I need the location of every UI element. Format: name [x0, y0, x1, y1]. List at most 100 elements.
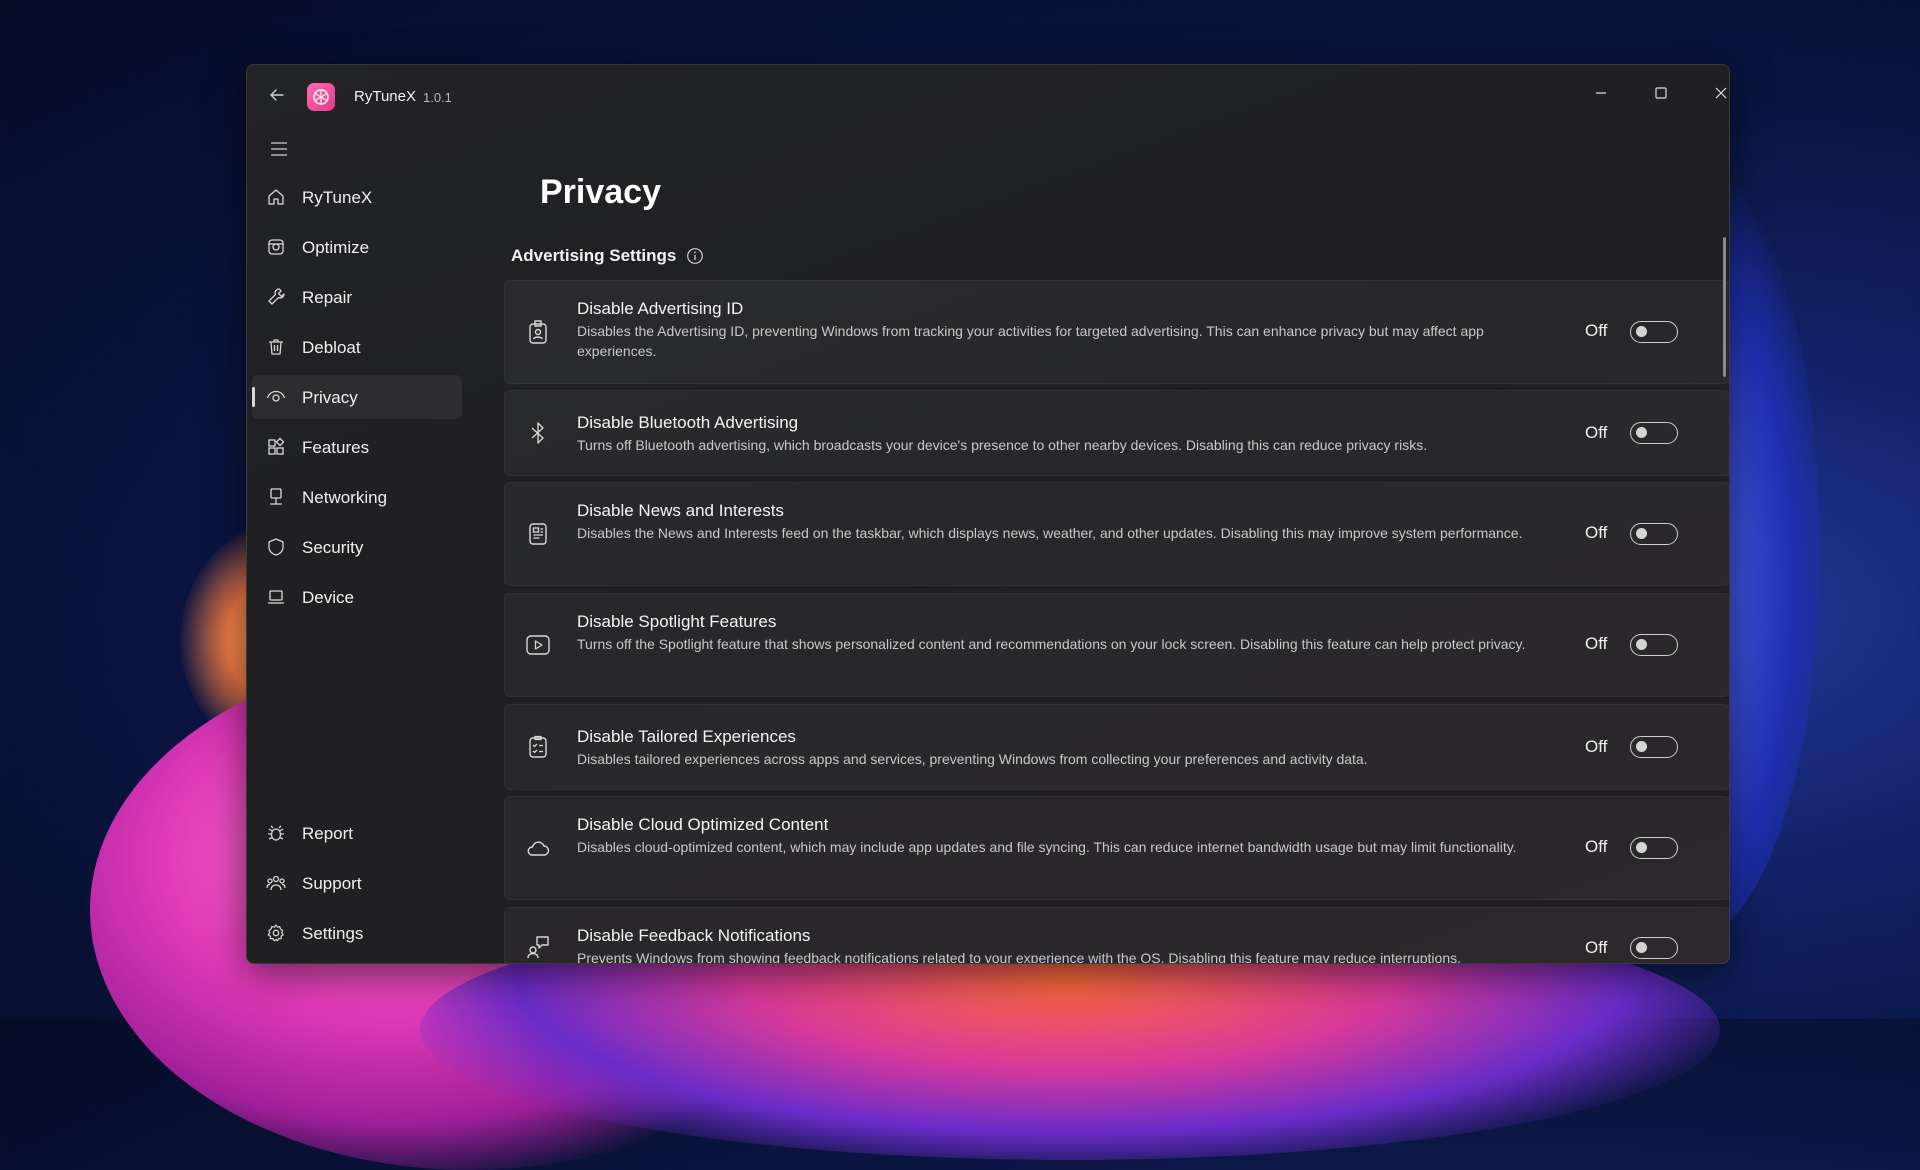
sidebar-item-label: Report [302, 824, 354, 843]
selection-indicator [252, 387, 255, 407]
toggle-state-label: Off [1585, 321, 1608, 340]
sidebar-item-debloat[interactable]: Debloat [252, 325, 462, 369]
toggle-state-label: Off [1585, 837, 1608, 856]
bluetooth-advertising-toggle[interactable] [1630, 422, 1678, 444]
toggle-state-label: Off [1585, 737, 1608, 756]
sidebar-item-label: Settings [302, 924, 364, 943]
cloud-icon [527, 841, 550, 856]
menu-toggle-button[interactable] [261, 131, 297, 167]
cloud-optimized-toggle[interactable] [1630, 837, 1678, 859]
maximize-button[interactable] [1637, 75, 1685, 111]
toggle-knob [1636, 528, 1647, 539]
minimize-button[interactable] [1577, 75, 1625, 111]
setting-description: Turns off Bluetooth advertising, which b… [577, 437, 1428, 453]
arrow-left-icon [270, 89, 284, 101]
wrench-icon [268, 288, 285, 305]
grid-icon [268, 437, 285, 455]
sidebar-item-label: Debloat [302, 338, 361, 357]
setting-card-advertising-id: Disable Advertising ID Disables the Adve… [504, 280, 1729, 384]
toggle-knob [1636, 326, 1647, 337]
sidebar-item-label: Optimize [302, 238, 370, 257]
play-icon [526, 635, 550, 655]
tailored-experiences-toggle[interactable] [1630, 736, 1678, 758]
setting-card-tailored-experiences: Disable Tailored Experiences Disables ta… [504, 704, 1729, 790]
toggle-knob [1636, 741, 1647, 752]
sidebar-item-rytunex[interactable]: RyTuneX [252, 175, 462, 219]
info-icon[interactable] [686, 247, 704, 265]
app-logo [307, 83, 335, 111]
setting-title: Disable Tailored Experiences [577, 727, 796, 746]
close-button[interactable] [1697, 75, 1729, 111]
setting-description: Disables cloud-optimized content, which … [577, 839, 1517, 855]
sidebar-item-security[interactable]: Security [252, 525, 462, 569]
people-icon [266, 875, 286, 891]
sidebar-item-privacy[interactable]: Privacy [252, 375, 462, 419]
toggle-state-label: Off [1585, 938, 1608, 957]
toggle-state-label: Off [1585, 423, 1608, 442]
app-window: RyTuneX 1.0.1 RyTuneX Optimize Repair De… [246, 64, 1730, 964]
news-interests-toggle[interactable] [1630, 523, 1678, 545]
sidebar-item-label: Networking [302, 488, 388, 507]
sidebar-item-label: Support [302, 874, 362, 893]
setting-card-spotlight: Disable Spotlight Features Turns off the… [504, 593, 1729, 697]
app-version: 1.0.1 [423, 90, 452, 105]
setting-description: Disables the News and Interests feed on … [577, 525, 1523, 541]
setting-card-feedback-notifications: Disable Feedback Notifications Prevents … [504, 907, 1729, 964]
setting-title: Disable Cloud Optimized Content [577, 815, 829, 834]
setting-card-bluetooth-advertising: Disable Bluetooth Advertising Turns off … [504, 390, 1729, 476]
sidebar-item-support[interactable]: Support [252, 861, 462, 905]
toggle-state-label: Off [1585, 523, 1608, 542]
setting-description: Disables the Advertising ID, preventing … [577, 323, 1484, 359]
clipboard-check-icon [529, 735, 547, 758]
spotlight-toggle[interactable] [1630, 634, 1678, 656]
sidebar-item-label: RyTuneX [302, 188, 373, 207]
sidebar-item-label: Privacy [302, 388, 358, 407]
toggle-knob [1636, 842, 1647, 853]
logo-icon [313, 89, 329, 105]
feedback-icon [527, 936, 549, 959]
sidebar-item-features[interactable]: Features [252, 425, 462, 469]
toggle-knob [1636, 427, 1647, 438]
sidebar-item-label: Features [302, 438, 370, 457]
gear-icon [267, 924, 284, 942]
setting-title: Disable Advertising ID [577, 299, 744, 318]
sidebar-item-report[interactable]: Report [252, 811, 462, 855]
sidebar-item-label: Device [302, 588, 354, 607]
setting-title: Disable News and Interests [577, 501, 784, 520]
toggle-state-label: Off [1585, 634, 1608, 653]
sidebar-item-networking[interactable]: Networking [252, 475, 462, 519]
news-icon [529, 523, 547, 545]
sidebar-item-repair[interactable]: Repair [252, 275, 462, 319]
toggle-knob [1636, 639, 1647, 650]
feedback-notifications-toggle[interactable] [1630, 937, 1678, 959]
setting-title: Disable Bluetooth Advertising [577, 413, 799, 432]
advertising-id-toggle[interactable] [1630, 321, 1678, 343]
setting-description: Prevents Windows from showing feedback n… [577, 950, 1461, 964]
setting-title: Disable Spotlight Features [577, 612, 777, 631]
sidebar-item-device[interactable]: Device [252, 575, 462, 619]
setting-description: Disables tailored experiences across app… [577, 751, 1368, 767]
sidebar-item-label: Repair [302, 288, 353, 307]
setting-card-news-interests: Disable News and Interests Disables the … [504, 482, 1729, 586]
optimize-icon [268, 239, 284, 255]
home-icon [268, 189, 284, 205]
network-icon [270, 488, 282, 505]
setting-card-cloud-optimized: Disable Cloud Optimized Content Disables… [504, 796, 1729, 900]
maximize-icon [1655, 87, 1667, 99]
back-button[interactable] [261, 79, 293, 111]
content-scrollbar[interactable] [1723, 237, 1726, 377]
app-name: RyTuneX [354, 88, 416, 105]
setting-title: Disable Feedback Notifications [577, 926, 811, 945]
toggle-knob [1636, 942, 1647, 953]
sidebar-item-optimize[interactable]: Optimize [252, 225, 462, 269]
section-title: Advertising Settings [511, 246, 677, 265]
sidebar-item-label: Security [302, 538, 364, 557]
title-bar: RyTuneX 1.0.1 [247, 65, 1729, 125]
eye-icon [266, 390, 286, 402]
minimize-icon [1596, 92, 1606, 94]
id-badge-icon [529, 320, 547, 344]
shield-icon [268, 538, 284, 556]
bluetooth-icon [531, 422, 544, 444]
laptop-icon [268, 590, 284, 604]
sidebar-item-settings[interactable]: Settings [252, 911, 462, 955]
